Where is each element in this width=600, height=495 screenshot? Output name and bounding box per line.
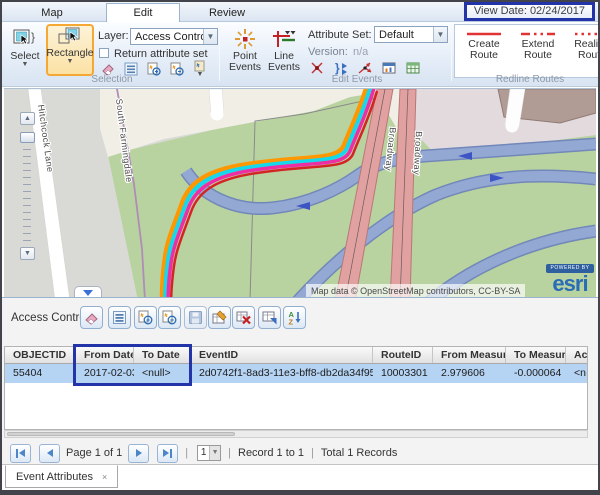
col-to-date[interactable]: To Date xyxy=(134,347,191,363)
esri-logo: POWERED BY esri xyxy=(546,264,594,295)
zoom-out-button[interactable]: ▼ xyxy=(20,247,35,260)
rectangle-tool-icon xyxy=(57,26,83,48)
col-eventid[interactable]: EventID xyxy=(191,347,373,363)
col-from-date[interactable]: From Date xyxy=(76,347,134,363)
layer-label: Layer: xyxy=(98,30,129,42)
bottom-tabstrip: Event Attributes × xyxy=(2,464,598,490)
select-button[interactable]: } Select ▼ xyxy=(7,26,43,69)
col-from-measure[interactable]: From Measure xyxy=(433,347,506,363)
zoom-in-button[interactable]: ▲ xyxy=(20,112,35,125)
layer-combobox[interactable]: Access Control ▼ xyxy=(130,28,218,45)
zoom-slider[interactable]: ▲ ▼ xyxy=(20,112,35,260)
road-stub-end xyxy=(211,108,224,121)
page-text: Page 1 of 1 xyxy=(66,447,122,459)
zoom-slider-thumb[interactable] xyxy=(20,132,35,143)
col-objectid[interactable]: OBJECTID xyxy=(5,347,76,363)
first-page-button[interactable] xyxy=(10,444,31,463)
col-to-measure[interactable]: To Measure xyxy=(506,347,566,363)
next-page-button[interactable] xyxy=(128,444,149,463)
rectangle-dropdown-arrow[interactable]: ▼ xyxy=(67,59,74,65)
attribute-set-dropdown-arrow[interactable]: ▼ xyxy=(433,27,447,42)
svg-text:}: } xyxy=(335,61,340,75)
tab-edit[interactable]: Edit xyxy=(106,3,180,22)
version-value: n/a xyxy=(353,46,368,58)
tab-review[interactable]: Review xyxy=(188,4,266,22)
realign-route-button[interactable]: Realign Route xyxy=(567,29,600,61)
grid-horizontal-scrollbar[interactable] xyxy=(4,430,588,438)
extend-route-button[interactable]: Extend Route xyxy=(513,29,563,61)
tab-event-attributes[interactable]: Event Attributes × xyxy=(5,465,118,488)
redline-routes-panel: Create Route Extend Route Realign Route xyxy=(454,24,600,78)
app-window: Map Edit Review View Date: 02/24/2017 } … xyxy=(0,0,600,495)
attribute-set-label: Attribute Set: xyxy=(308,29,372,41)
point-events-icon xyxy=(233,27,257,51)
selection-list-button[interactable] xyxy=(108,306,131,329)
pagination-bar: Page 1 of 1 | 1 ▼ | Record 1 to 1 | Tota… xyxy=(2,441,598,465)
point-events-button[interactable]: Point Events xyxy=(226,26,264,74)
col-routeid[interactable]: RouteID xyxy=(373,347,433,363)
layer-title: Access Control xyxy=(11,312,88,324)
edit-events-group-label: Edit Events xyxy=(292,74,422,85)
table-row[interactable]: 55404 2017-02-03 <null> 2d0742f1-8ad3-11… xyxy=(5,364,587,383)
selection-options-icon[interactable]: ▼ xyxy=(190,60,210,78)
scrollbar-thumb[interactable] xyxy=(7,432,235,436)
edit-attributes-button[interactable] xyxy=(208,306,231,329)
attribute-grid: OBJECTID From Date To Date EventID Route… xyxy=(4,346,588,430)
zoom-to-selection-button[interactable] xyxy=(134,306,157,329)
attribute-set-combobox[interactable]: Default ▼ xyxy=(374,26,448,43)
ribbon: } Select ▼ Rectangle ▼ Layer: Access Con… xyxy=(2,22,598,87)
version-label: Version: xyxy=(308,46,348,58)
group-separator xyxy=(219,25,220,81)
grid-header-row: OBJECTID From Date To Date EventID Route… xyxy=(5,347,587,364)
close-tab-icon[interactable]: × xyxy=(102,472,107,482)
tab-map[interactable]: Map xyxy=(16,4,88,22)
layer-dropdown-arrow[interactable]: ▼ xyxy=(203,29,217,44)
select-tool-icon: } xyxy=(12,27,38,51)
map-collapse-tab[interactable] xyxy=(74,286,102,297)
road-stub-2-end xyxy=(506,120,519,133)
page-select-arrow[interactable]: ▼ xyxy=(209,446,220,460)
total-records-text: Total 1 Records xyxy=(321,447,397,459)
group-separator xyxy=(451,25,452,81)
collapse-arrow-icon xyxy=(83,290,93,296)
create-route-button[interactable]: Create Route xyxy=(459,29,509,61)
attribute-set-button[interactable] xyxy=(258,306,281,329)
rectangle-button[interactable]: Rectangle ▼ xyxy=(46,24,94,76)
page-number-select[interactable]: 1 ▼ xyxy=(197,445,221,461)
event-attributes-panel: Access Control AZ OBJECTID From Date To … xyxy=(2,297,598,464)
map-canvas: Hitchcock Lane South Farmingdale Broadwa… xyxy=(4,89,596,297)
return-attribute-set-label: Return attribute set xyxy=(114,48,208,60)
select-dropdown-arrow[interactable]: ▼ xyxy=(22,62,29,68)
view-date-badge: View Date: 02/24/2017 xyxy=(464,2,595,21)
delete-selected-button[interactable] xyxy=(232,306,255,329)
svg-text:Z: Z xyxy=(289,318,294,327)
redline-group-label: Redline Routes xyxy=(462,74,598,85)
selection-group-label: Selection xyxy=(42,74,182,85)
col-access[interactable]: Ac xyxy=(566,347,588,363)
map[interactable]: Hitchcock Lane South Farmingdale Broadwa… xyxy=(4,88,596,297)
clear-selection-button[interactable] xyxy=(80,306,103,329)
last-page-button[interactable] xyxy=(157,444,178,463)
save-edits-button[interactable] xyxy=(184,306,207,329)
sort-records-button[interactable]: AZ xyxy=(283,306,306,329)
svg-text:}: } xyxy=(31,30,35,44)
return-attribute-set-checkbox[interactable] xyxy=(99,48,109,58)
prev-page-button[interactable] xyxy=(39,444,60,463)
pan-to-selection-button[interactable] xyxy=(158,306,181,329)
map-attribution: Map data © OpenStreetMap contributors, C… xyxy=(306,284,525,297)
record-range-text: Record 1 to 1 xyxy=(238,447,304,459)
line-events-icon xyxy=(271,27,297,51)
line-events-button[interactable]: Line Events xyxy=(265,26,303,74)
